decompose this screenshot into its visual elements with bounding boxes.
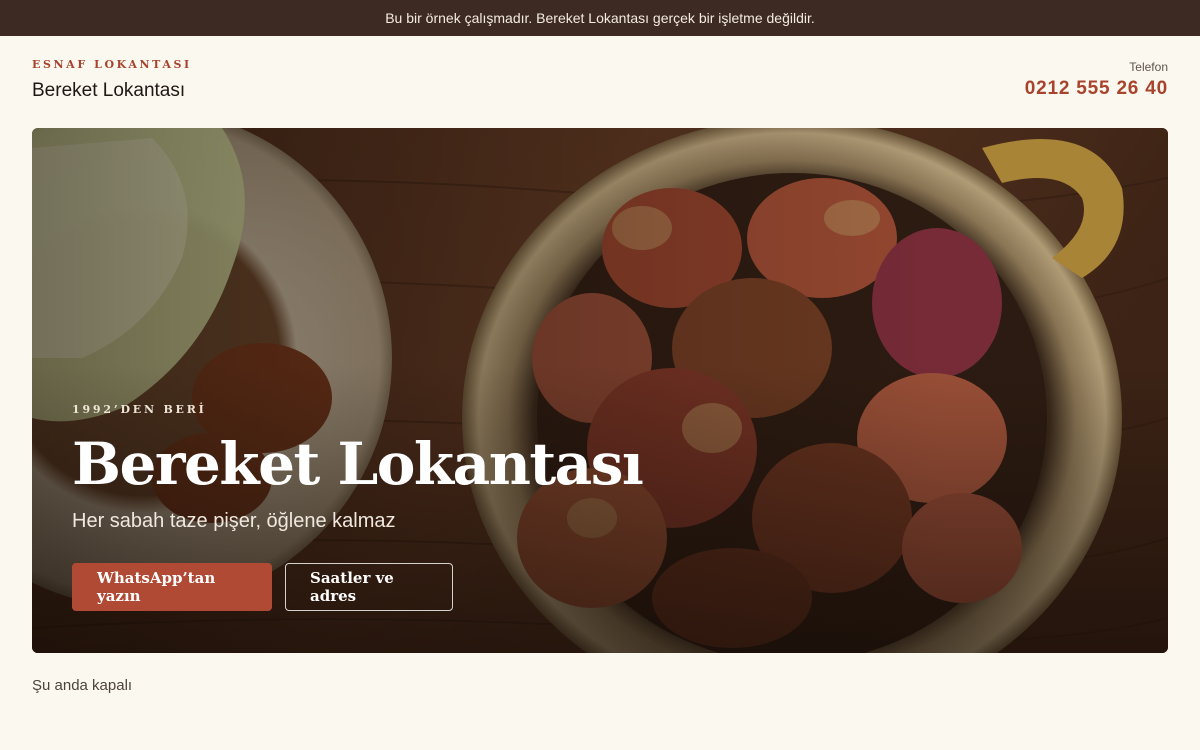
hero-subtitle: Her sabah taze pişer, öğlene kalmaz <box>72 510 396 532</box>
hours-address-button[interactable]: Saatler ve adres <box>285 563 453 611</box>
brand-eyebrow: ESNAF LOKANTASI <box>32 58 192 71</box>
hero-eyebrow: 1992’DEN BERİ <box>72 403 207 416</box>
phone-block: Telefon 0212 555 26 40 <box>1025 60 1168 100</box>
open-status-text: Şu anda kapalı <box>32 677 133 694</box>
hero-banner: 1992’DEN BERİ Bereket Lokantası Her saba… <box>32 128 1168 653</box>
brand: ESNAF LOKANTASI Bereket Lokantası <box>32 58 192 102</box>
phone-label: Telefon <box>1129 60 1168 74</box>
hero-buttons: WhatsApp’tan yazın Saatler ve adres <box>72 563 642 611</box>
demo-notice-bar: Bu bir örnek çalışmadır. Bereket Lokanta… <box>0 0 1200 36</box>
phone-number-link[interactable]: 0212 555 26 40 <box>1025 78 1168 100</box>
brand-name[interactable]: Bereket Lokantası <box>32 80 192 102</box>
demo-notice-text: Bu bir örnek çalışmadır. Bereket Lokanta… <box>385 10 815 26</box>
hero-title: Bereket Lokantası <box>72 430 644 498</box>
hero-content: 1992’DEN BERİ Bereket Lokantası Her saba… <box>72 403 644 611</box>
whatsapp-button[interactable]: WhatsApp’tan yazın <box>72 563 272 611</box>
